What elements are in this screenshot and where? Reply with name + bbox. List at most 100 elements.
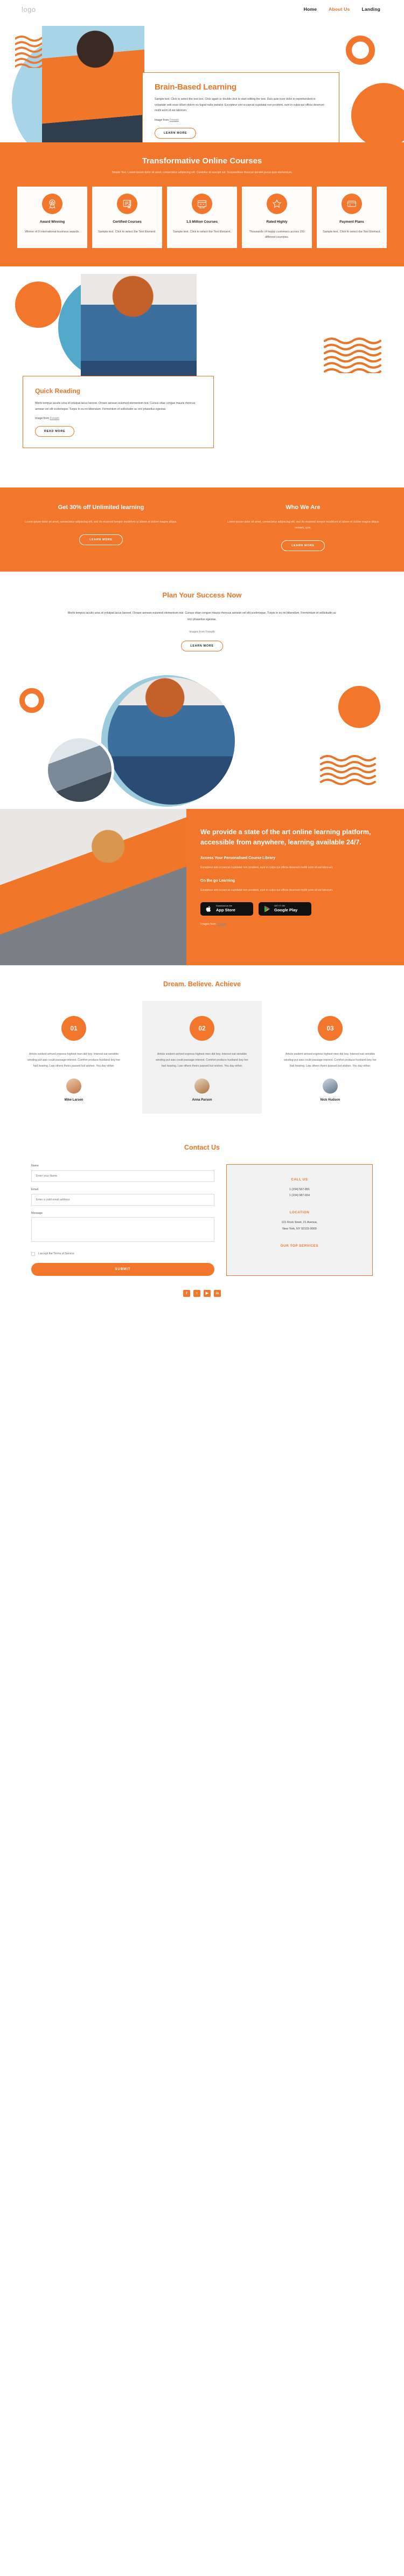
nav-item-landing[interactable]: Landing xyxy=(362,6,380,12)
offer-left-learn-more-button[interactable]: LEARN MORE xyxy=(79,534,123,545)
courses-library-icon xyxy=(192,193,212,214)
feature-card-award-winning[interactable]: Award Winning Winner of 9 international … xyxy=(17,186,87,248)
terms-checkbox[interactable] xyxy=(31,1252,35,1256)
award-badge-icon xyxy=(42,193,62,214)
platform-title: We provide a state of the art online lea… xyxy=(200,828,371,846)
quick-reading-card: Quick Reading Morbi tempus iaculis urna … xyxy=(23,375,214,449)
feature-desc: Sample text. Click to select the Text El… xyxy=(98,230,156,233)
name-field[interactable] xyxy=(31,1170,214,1182)
app-store-badge-small: Download on the xyxy=(216,904,233,908)
feature-card-million-courses[interactable]: 1.5 Million Courses Sample text. Click t… xyxy=(167,186,237,248)
facebook-icon[interactable]: f xyxy=(183,1289,190,1297)
youtube-icon[interactable]: ▶ xyxy=(204,1289,211,1297)
nav-item-home[interactable]: Home xyxy=(304,6,317,12)
email-field-label: Email xyxy=(31,1187,38,1191)
testimonials-row: 01 Article evident arrived express highe… xyxy=(14,1001,390,1114)
testimonial-card-3: 03 Article evident arrived express highe… xyxy=(270,1001,390,1114)
plan-title: Plan Your Success Now xyxy=(162,590,242,599)
info-block-location: LOCATION 121 Rock Sreet, 21 Avenue, New … xyxy=(235,1211,364,1232)
star-rating-icon xyxy=(267,193,287,214)
platform-photo xyxy=(0,809,186,965)
hero-credit-link[interactable]: Freepik xyxy=(170,119,179,122)
email-field[interactable] xyxy=(31,1193,214,1206)
certificate-icon xyxy=(117,193,137,214)
feature-desc: Sample text. Click to select the Text El… xyxy=(323,230,381,233)
feature-card-payment-plans[interactable]: Payment Plans Sample text. Click to sele… xyxy=(317,186,387,248)
phone-secondary[interactable]: 1 (234) 987-654 xyxy=(235,1193,364,1199)
testimonials-title: Dream. Believe. Achieve xyxy=(163,980,241,988)
courses-section: Transformative Online Courses Simple Tex… xyxy=(0,142,404,266)
message-field[interactable] xyxy=(31,1217,214,1242)
avatar xyxy=(323,1078,338,1094)
offer-section: Get 30% off Unlimited learning Lorem ips… xyxy=(0,487,404,572)
testimonial-number-badge: 03 xyxy=(318,1016,343,1041)
hero-credit-prefix: Image from xyxy=(155,118,170,122)
offer-left-title: Get 30% off Unlimited learning xyxy=(58,504,144,511)
location-heading: LOCATION xyxy=(289,1211,310,1215)
feature-desc: Winner of 9 international business award… xyxy=(25,230,80,233)
quick-credit-link[interactable]: Freepik xyxy=(50,417,59,420)
feature-title: Rated Highly xyxy=(266,219,288,224)
top-services-heading: OUR TOP SERVICES xyxy=(280,1244,319,1248)
plan-image-credit[interactable]: Images from Freepik xyxy=(32,630,372,634)
testimonials-section: Dream. Believe. Achieve 01 Article evide… xyxy=(0,965,404,1130)
hero-body-text: Sample text. Click to select the text bo… xyxy=(155,98,324,113)
collage-dot-decoration xyxy=(338,686,380,728)
collage-group-photo xyxy=(45,736,114,805)
testimonial-number-badge: 02 xyxy=(190,1016,214,1041)
google-play-badge-small: GET IT ON xyxy=(274,904,285,908)
hero-blob-decoration xyxy=(351,83,404,142)
feature-card-certified-courses[interactable]: Certified Courses Sample text. Click to … xyxy=(92,186,162,248)
linkedin-icon[interactable]: in xyxy=(214,1289,221,1297)
phone-primary[interactable]: 1 (234) 567-891 xyxy=(235,1187,364,1193)
testimonial-text: Article evident arrived express highest … xyxy=(156,1053,248,1068)
feature-desc: Sample text. Click to select the Text El… xyxy=(173,230,231,233)
feature-title: Certified Courses xyxy=(113,219,142,224)
offer-column-discount: Get 30% off Unlimited learning Lorem ips… xyxy=(0,504,202,551)
platform-sub1-title: Access Your Personalised Course Library xyxy=(200,856,276,860)
info-block-call-us: CALL US 1 (234) 567-891 1 (234) 987-654 xyxy=(235,1178,364,1199)
feature-desc: Thousands of happy customers across 150 … xyxy=(249,230,305,239)
feature-card-rated-highly[interactable]: Rated Highly Thousands of happy customer… xyxy=(242,186,312,248)
main-navigation: Home About Us Landing xyxy=(304,6,380,12)
site-header: logo Home About Us Landing xyxy=(0,0,404,18)
contact-title: Contact Us xyxy=(184,1143,220,1151)
google-play-icon xyxy=(264,905,270,912)
platform-sub2-body: Excepteur sint occaecat cupidatat non pr… xyxy=(200,889,333,892)
testimonial-text: Article evident arrived express highest … xyxy=(27,1053,120,1068)
hero-title: Brain-Based Learning xyxy=(155,83,236,92)
feature-title: Payment Plans xyxy=(339,219,364,224)
app-store-badge[interactable]: Download on the App Store xyxy=(200,902,253,916)
offer-right-learn-more-button[interactable]: LEARN MORE xyxy=(281,540,325,551)
hero-section: Brain-Based Learning Sample text. Click … xyxy=(0,18,404,142)
submit-button[interactable]: SUBMIT xyxy=(31,1262,214,1276)
google-play-badge-label: Google Play xyxy=(274,908,298,913)
plan-learn-more-button[interactable]: LEARN MORE xyxy=(181,641,223,651)
quick-read-more-button[interactable]: READ MORE xyxy=(35,426,75,437)
courses-cards-row: Award Winning Winner of 9 international … xyxy=(11,186,393,248)
address-line-1: 121 Rock Sreet, 21 Avenue, xyxy=(281,1221,318,1225)
quick-blob-decoration xyxy=(15,281,61,328)
quick-reading-body: Morbi tempus iaculis urna id volutpat la… xyxy=(35,401,196,411)
name-field-label: Name xyxy=(31,1164,39,1167)
contact-section: Contact Us Name Email Message I accept t… xyxy=(0,1129,404,1284)
terms-consent-label: I accept the Terms of Service xyxy=(38,1252,74,1256)
testimonial-text: Article evident arrived express highest … xyxy=(284,1053,377,1068)
testimonial-card-1: 01 Article evident arrived express highe… xyxy=(14,1001,134,1114)
nav-item-about-us[interactable]: About Us xyxy=(329,6,350,12)
platform-credit-link[interactable]: Freepik xyxy=(217,923,226,926)
hero-learn-more-button[interactable]: LEARN MORE xyxy=(155,127,197,139)
twitter-icon[interactable]: t xyxy=(193,1289,200,1297)
platform-credit-prefix: Images from xyxy=(200,922,217,926)
quick-credit-prefix: Image from xyxy=(35,417,50,421)
testimonial-author-name: Nick Hudson xyxy=(320,1098,340,1102)
hero-image-credit: Image from Freepik xyxy=(155,119,327,122)
platform-content: We provide a state of the art online lea… xyxy=(186,809,404,965)
quick-reading-title: Quick Reading xyxy=(35,387,81,395)
hero-student-photo xyxy=(42,26,144,142)
google-play-badge[interactable]: GET IT ON Google Play xyxy=(259,902,311,916)
platform-image-credit: Images from Freepik xyxy=(200,923,382,926)
testimonial-author-name: Mike Larsen xyxy=(64,1098,83,1102)
terms-consent-row[interactable]: I accept the Terms of Service xyxy=(31,1252,214,1256)
logo[interactable]: logo xyxy=(22,5,36,13)
